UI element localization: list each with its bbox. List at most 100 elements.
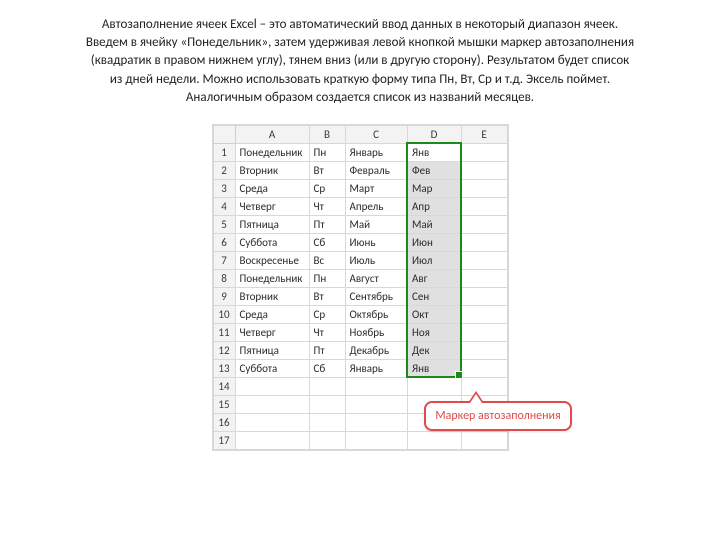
row-header[interactable]: 9 <box>213 287 235 305</box>
cell[interactable]: Воскресенье <box>235 251 309 269</box>
cell[interactable] <box>461 233 507 251</box>
cell[interactable]: Пт <box>309 341 345 359</box>
cell[interactable]: Июль <box>345 251 407 269</box>
cell[interactable]: Июнь <box>345 233 407 251</box>
cell[interactable] <box>309 377 345 395</box>
cell[interactable] <box>309 395 345 413</box>
cell[interactable] <box>461 323 507 341</box>
cell[interactable]: Октябрь <box>345 305 407 323</box>
cell[interactable] <box>235 413 309 431</box>
cell[interactable]: Ср <box>309 305 345 323</box>
cell[interactable] <box>461 197 507 215</box>
cell[interactable]: Февраль <box>345 161 407 179</box>
cell[interactable]: Август <box>345 269 407 287</box>
cell[interactable]: Ноябрь <box>345 323 407 341</box>
cell[interactable]: Пн <box>309 269 345 287</box>
cell[interactable]: Суббота <box>235 233 309 251</box>
cell[interactable]: Чт <box>309 197 345 215</box>
cell[interactable]: Дек <box>407 341 461 359</box>
row-header[interactable]: 16 <box>213 413 235 431</box>
cell[interactable] <box>345 395 407 413</box>
cell[interactable]: Суббота <box>235 359 309 377</box>
row-header[interactable]: 5 <box>213 215 235 233</box>
cell[interactable]: Пятница <box>235 215 309 233</box>
cell[interactable] <box>309 431 345 449</box>
col-header-B[interactable]: B <box>309 125 345 143</box>
row-header[interactable]: 12 <box>213 341 235 359</box>
row-header[interactable]: 6 <box>213 233 235 251</box>
cell[interactable]: Понедельник <box>235 143 309 161</box>
cell[interactable]: Пн <box>309 143 345 161</box>
cell[interactable] <box>461 215 507 233</box>
cell[interactable]: Сб <box>309 233 345 251</box>
cell[interactable]: Сентябрь <box>345 287 407 305</box>
row-header[interactable]: 1 <box>213 143 235 161</box>
cell[interactable]: Пятница <box>235 341 309 359</box>
cell[interactable] <box>461 431 507 449</box>
row-header[interactable]: 15 <box>213 395 235 413</box>
cell[interactable] <box>461 359 507 377</box>
cell[interactable]: Январь <box>345 359 407 377</box>
cell[interactable] <box>461 305 507 323</box>
row-header[interactable]: 2 <box>213 161 235 179</box>
row-header[interactable]: 4 <box>213 197 235 215</box>
cell[interactable]: Март <box>345 179 407 197</box>
cell[interactable] <box>461 161 507 179</box>
select-all-corner[interactable] <box>213 125 235 143</box>
cell[interactable]: Мар <box>407 179 461 197</box>
cell[interactable]: Вт <box>309 287 345 305</box>
cell[interactable] <box>461 287 507 305</box>
cell[interactable]: Сб <box>309 359 345 377</box>
cell[interactable] <box>235 431 309 449</box>
cell[interactable]: Январь <box>345 143 407 161</box>
cell[interactable] <box>345 413 407 431</box>
cell[interactable]: Май <box>407 215 461 233</box>
cell[interactable]: Четверг <box>235 197 309 215</box>
cell[interactable]: Среда <box>235 305 309 323</box>
cell[interactable]: Вс <box>309 251 345 269</box>
row-header[interactable]: 17 <box>213 431 235 449</box>
col-header-A[interactable]: A <box>235 125 309 143</box>
cell[interactable]: Вторник <box>235 161 309 179</box>
cell[interactable] <box>461 269 507 287</box>
cell[interactable] <box>461 143 507 161</box>
cell[interactable]: Ср <box>309 179 345 197</box>
row-header[interactable]: 3 <box>213 179 235 197</box>
col-header-D[interactable]: D <box>407 125 461 143</box>
cell[interactable] <box>345 377 407 395</box>
cell[interactable] <box>461 341 507 359</box>
cell[interactable]: Пт <box>309 215 345 233</box>
cell[interactable]: Апр <box>407 197 461 215</box>
cell[interactable]: Чт <box>309 323 345 341</box>
col-header-C[interactable]: C <box>345 125 407 143</box>
row-header[interactable]: 11 <box>213 323 235 341</box>
cell[interactable]: Среда <box>235 179 309 197</box>
row-header[interactable]: 13 <box>213 359 235 377</box>
row-header[interactable]: 8 <box>213 269 235 287</box>
cell[interactable]: Фев <box>407 161 461 179</box>
cell[interactable]: Четверг <box>235 323 309 341</box>
cell[interactable]: Янв <box>407 359 461 377</box>
cell[interactable]: Вторник <box>235 287 309 305</box>
cell[interactable]: Июн <box>407 233 461 251</box>
cell[interactable] <box>235 377 309 395</box>
cell[interactable]: Июл <box>407 251 461 269</box>
cell[interactable]: Окт <box>407 305 461 323</box>
cell[interactable] <box>235 395 309 413</box>
cell[interactable]: Апрель <box>345 197 407 215</box>
row-header[interactable]: 14 <box>213 377 235 395</box>
cell[interactable] <box>461 251 507 269</box>
cell[interactable]: Авг <box>407 269 461 287</box>
fill-handle-icon[interactable] <box>455 371 463 379</box>
row-header[interactable]: 10 <box>213 305 235 323</box>
row-header[interactable]: 7 <box>213 251 235 269</box>
cell[interactable]: Понедельник <box>235 269 309 287</box>
cell[interactable]: Вт <box>309 161 345 179</box>
cell[interactable]: Май <box>345 215 407 233</box>
cell[interactable]: Янв <box>407 143 461 161</box>
cell[interactable]: Сен <box>407 287 461 305</box>
cell[interactable] <box>407 377 461 395</box>
cell[interactable]: Декабрь <box>345 341 407 359</box>
cell[interactable] <box>407 431 461 449</box>
cell[interactable] <box>345 431 407 449</box>
